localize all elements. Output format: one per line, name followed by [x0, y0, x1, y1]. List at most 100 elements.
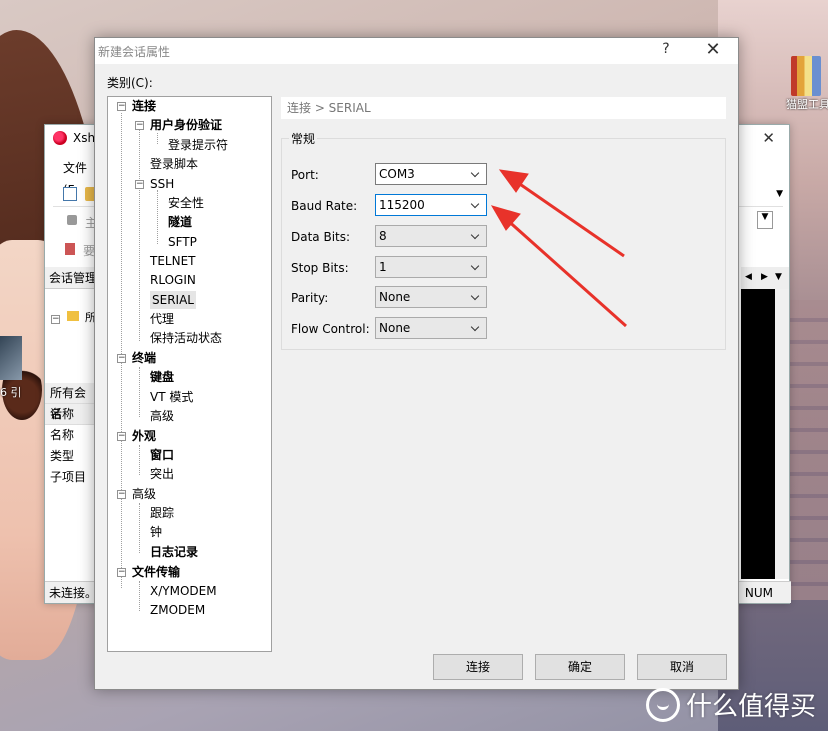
bookmark-icon[interactable] — [65, 243, 75, 255]
watermark: 什么值得买 — [645, 686, 816, 723]
tree-item-bell[interactable]: 钟 — [150, 523, 162, 541]
connect-button[interactable]: 连接 — [433, 654, 523, 680]
port-label: Port: — [291, 168, 319, 182]
tree-item-tunnel[interactable]: 隧道 — [168, 213, 192, 231]
desktop-icon-label: 猫盟工具 — [786, 98, 828, 111]
session-manager-header: 会话管理 — [45, 267, 97, 289]
tree-item-terminal-advanced[interactable]: 高级 — [150, 407, 174, 425]
tree-toggle-ssh[interactable]: − — [135, 180, 144, 189]
port-select[interactable]: COM3 — [375, 163, 487, 185]
ok-button[interactable]: 确定 — [535, 654, 625, 680]
tree-toggle-advanced[interactable]: − — [117, 490, 126, 499]
chevron-down-icon — [470, 318, 482, 338]
chevron-down-icon[interactable]: ▼ — [776, 189, 783, 199]
tree-item-connection[interactable]: 连接 — [132, 97, 156, 115]
tree-toggle-appearance[interactable]: − — [117, 432, 126, 441]
num-lock-indicator: NUM — [744, 586, 773, 600]
category-label: 类别(C): — [107, 76, 153, 90]
books-icon — [791, 56, 821, 96]
parity-value: None — [379, 290, 411, 304]
data-bits-label: Data Bits: — [291, 230, 351, 244]
tree-item-highlight[interactable]: 突出 — [150, 465, 174, 483]
status-text: 未连接。 — [49, 586, 98, 600]
stop-bits-label: Stop Bits: — [291, 261, 349, 275]
stop-bits-select[interactable]: 1 — [375, 256, 487, 278]
address-dropdown-button[interactable]: ▼ — [757, 211, 773, 229]
tree-item-rlogin[interactable]: RLOGIN — [150, 271, 196, 289]
desktop-icon-tool[interactable]: 猫盟工具 — [784, 56, 828, 112]
tree-connector — [157, 190, 158, 244]
tree-toggle-user-auth[interactable]: − — [135, 121, 144, 130]
baud-rate-value: 115200 — [379, 198, 425, 212]
chevron-down-icon — [470, 164, 482, 184]
tab-list-icon[interactable]: ▼ — [775, 272, 782, 282]
session-properties-dialog[interactable]: 新建会话属性 ? ✕ 类别(C): − 连接 − 用户身份验证 登录提示符 登录… — [94, 37, 739, 690]
xshell-title: Xsh — [73, 131, 96, 145]
tree-item-file-transfer[interactable]: 文件传输 — [132, 563, 180, 581]
xshell-close-icon[interactable]: ✕ — [762, 129, 775, 147]
flow-control-label: Flow Control: — [291, 322, 370, 336]
tree-item-logging[interactable]: 日志记录 — [150, 543, 198, 561]
tree-item-serial[interactable]: SERIAL — [150, 291, 196, 309]
stop-bits-value: 1 — [379, 260, 387, 274]
parity-label: Parity: — [291, 291, 329, 305]
tree-item-telnet[interactable]: TELNET — [150, 252, 196, 270]
data-bits-select[interactable]: 8 — [375, 225, 487, 247]
general-group-title: 常规 — [289, 130, 318, 147]
tree-item-trace[interactable]: 跟踪 — [150, 504, 174, 522]
breadcrumb: 连接 > SERIAL — [281, 97, 726, 119]
tree-item-xymodem[interactable]: X/YMODEM — [150, 582, 217, 600]
smile-logo-icon — [645, 687, 680, 722]
lock-icon — [67, 215, 77, 225]
flow-control-select[interactable]: None — [375, 317, 487, 339]
prop-type: 类型 — [50, 449, 75, 463]
session-tree: − 所 — [51, 309, 96, 325]
cancel-button[interactable]: 取消 — [637, 654, 727, 680]
tree-connector — [139, 581, 140, 611]
tree-item-login-prompt[interactable]: 登录提示符 — [168, 136, 228, 154]
tree-item-keepalive[interactable]: 保持活动状态 — [150, 329, 222, 347]
dialog-title: 新建会话属性 — [98, 45, 171, 59]
xshell-tab-nav[interactable]: ◀ ▶ ▼ — [741, 267, 789, 289]
tree-item-keyboard[interactable]: 键盘 — [150, 368, 174, 386]
category-tree[interactable]: − 连接 − 用户身份验证 登录提示符 登录脚本 − SSH 安全性 隧道 SF… — [107, 96, 272, 652]
terminal-scrollbar[interactable] — [775, 289, 789, 579]
tree-connector — [139, 367, 140, 417]
tree-item-ssh[interactable]: SSH — [150, 175, 174, 193]
tree-item-zmodem[interactable]: ZMODEM — [150, 601, 205, 619]
tree-toggle-terminal[interactable]: − — [117, 354, 126, 363]
port-value: COM3 — [379, 167, 415, 181]
session-properties: 所有会话 名称 名称 类型 子项目 — [45, 383, 97, 488]
tree-item-sftp[interactable]: SFTP — [168, 233, 197, 251]
parity-select[interactable]: None — [375, 286, 487, 308]
tree-item-login-script[interactable]: 登录脚本 — [150, 155, 198, 173]
dialog-titlebar: 新建会话属性 ? ✕ — [95, 38, 738, 64]
tree-connector — [121, 113, 122, 588]
tree-item-user-auth[interactable]: 用户身份验证 — [150, 116, 222, 134]
tree-toggle-connection[interactable]: − — [117, 102, 126, 111]
all-sessions-label: 所有会话 — [45, 383, 97, 421]
tree-item-window[interactable]: 窗口 — [150, 446, 174, 464]
prop-name: 名称 — [50, 428, 75, 442]
xshell-menu-file[interactable]: 文件(F — [53, 157, 93, 197]
flow-control-value: None — [379, 321, 411, 335]
tree-connector — [139, 503, 140, 553]
tree-item-proxy[interactable]: 代理 — [150, 310, 174, 328]
tree-item-appearance[interactable]: 外观 — [132, 427, 156, 445]
tree-toggle-file-transfer[interactable]: − — [117, 568, 126, 577]
new-session-icon[interactable] — [63, 187, 77, 201]
tree-item-security[interactable]: 安全性 — [168, 194, 204, 212]
tree-item-terminal[interactable]: 终端 — [132, 349, 156, 367]
tree-connector — [139, 123, 140, 341]
close-button[interactable]: ✕ — [702, 39, 724, 60]
tab-scroll-right-icon[interactable]: ▶ — [761, 272, 768, 282]
tab-scroll-left-icon[interactable]: ◀ — [745, 272, 752, 282]
help-button[interactable]: ? — [656, 41, 676, 57]
tree-item-vt-mode[interactable]: VT 模式 — [150, 388, 193, 406]
chevron-down-icon — [470, 226, 482, 246]
baud-rate-label: Baud Rate: — [291, 199, 358, 213]
tree-toggle-icon[interactable]: − — [51, 315, 60, 324]
baud-rate-select[interactable]: 115200 — [375, 194, 487, 216]
tree-item-advanced[interactable]: 高级 — [132, 485, 156, 503]
desktop-left-fragment — [0, 336, 22, 380]
